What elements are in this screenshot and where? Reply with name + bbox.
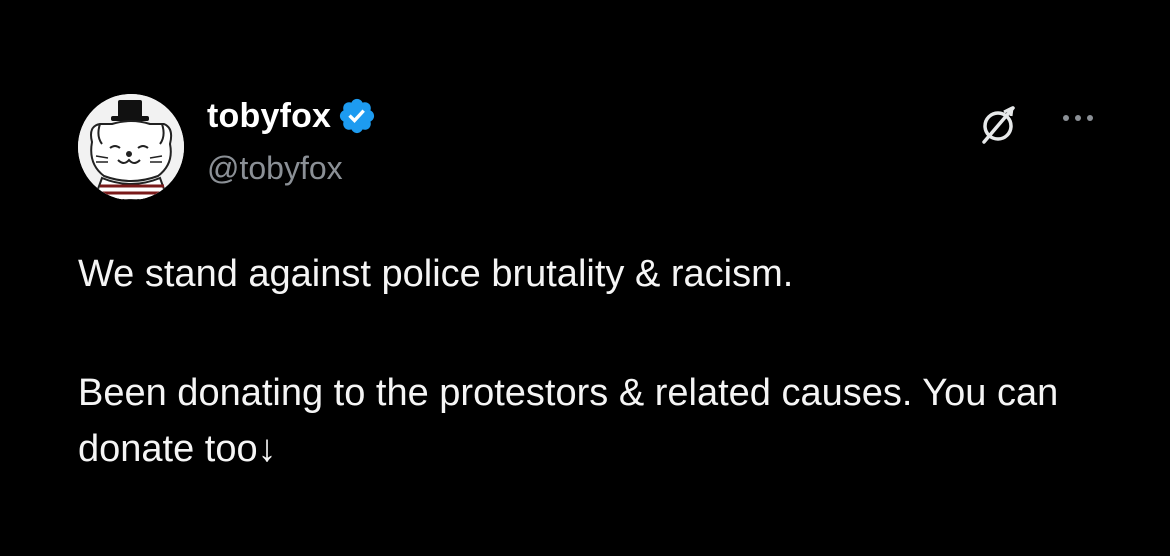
tweet-card: tobyfox @tobyfox We stand against police…: [0, 0, 1170, 556]
tweet-paragraph-1: We stand against police brutality & raci…: [78, 253, 794, 295]
author-name-row: tobyfox: [207, 94, 377, 138]
dog-with-top-hat-avatar-image: [78, 94, 184, 200]
tweet-text: We stand against police brutality & raci…: [78, 246, 1118, 477]
verified-badge-icon[interactable]: [337, 96, 377, 136]
display-name[interactable]: tobyfox: [207, 97, 331, 136]
avatar[interactable]: [78, 94, 184, 200]
grok-icon[interactable]: [976, 103, 1020, 147]
author-handle[interactable]: @tobyfox: [207, 150, 343, 187]
more-options-icon[interactable]: [1058, 103, 1098, 133]
tweet-paragraph-2: Been donating to the protestors & relate…: [78, 372, 1059, 470]
